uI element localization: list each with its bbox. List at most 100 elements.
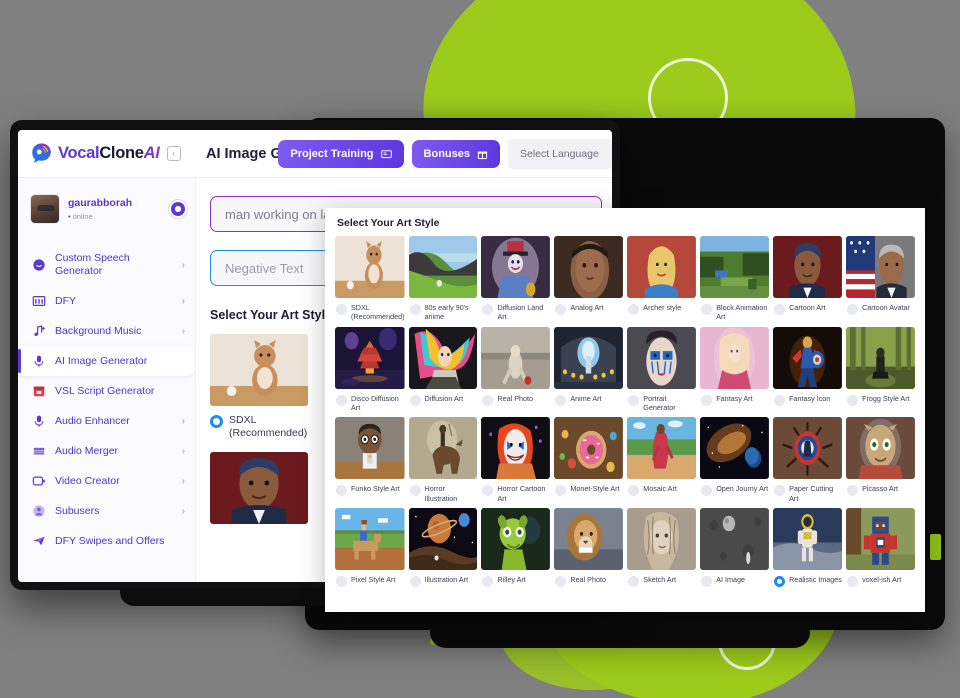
style-radio[interactable] (774, 576, 786, 588)
art-style-card[interactable]: Cartoon Art (773, 236, 843, 322)
style-radio[interactable] (628, 394, 640, 406)
style-radio-row[interactable]: Fantasy Art (700, 394, 769, 406)
sidebar-item-subusers[interactable]: Subusers › (18, 496, 195, 526)
style-radio-row[interactable]: Horror Cartoon Art (481, 484, 550, 503)
style-radio-row[interactable]: voxel-ish Art (846, 575, 915, 588)
style-radio[interactable] (482, 576, 494, 588)
style-radio[interactable] (409, 304, 421, 315)
art-style-card[interactable]: Real Photo (481, 326, 551, 413)
style-radio[interactable] (555, 394, 567, 406)
art-style-card[interactable]: Rilley Art (481, 508, 551, 588)
art-style-card[interactable]: Archer style (627, 236, 697, 322)
art-style-card[interactable]: Illustration Art (408, 508, 478, 588)
style-radio[interactable] (336, 394, 347, 406)
style-radio-row[interactable]: Real Photo (481, 394, 550, 406)
style-radio[interactable] (701, 304, 713, 315)
style-radio-row[interactable]: Anime Art (554, 394, 623, 406)
style-radio[interactable] (409, 485, 421, 497)
art-style-card[interactable]: AI Image (700, 508, 770, 588)
style-radio-row[interactable]: AI Image (700, 575, 769, 588)
style-radio-row[interactable]: Portrait Generator (627, 394, 696, 413)
style-radio[interactable] (628, 576, 640, 588)
style-radio[interactable] (774, 304, 786, 315)
art-style-card[interactable]: Block Animation Art (700, 236, 770, 322)
art-style-card[interactable]: Horror Cartoon Art (481, 417, 551, 503)
style-radio-row[interactable]: Cartoon Art (773, 303, 842, 315)
art-style-card[interactable]: Mosaic Art (627, 417, 697, 503)
sidebar-item-dfy[interactable]: DFY › (18, 286, 195, 316)
style-radio-row[interactable]: Archer style (627, 303, 696, 315)
style-radio[interactable] (774, 394, 786, 406)
style-radio[interactable] (409, 576, 421, 588)
style-radio-row[interactable]: Pixel Style Art (335, 575, 405, 588)
sidebar-item-vsl-script-generator[interactable]: VSL Script Generator (18, 376, 195, 406)
style-radio[interactable] (701, 394, 713, 406)
style-radio-row[interactable]: Fantasy Icon (773, 394, 842, 406)
style-radio[interactable] (847, 576, 859, 588)
sidebar-item-audio-enhancer[interactable]: Audio Enhancer › (18, 406, 195, 436)
project-training-button[interactable]: Project Training (278, 140, 404, 168)
style-radio-row[interactable]: Mosaic Art (627, 484, 696, 497)
art-style-card[interactable]: Monet-Style Art (554, 417, 624, 503)
style-radio-row[interactable]: Block Animation Art (700, 303, 769, 322)
art-style-card[interactable]: Realistic Images (773, 508, 843, 588)
style-radio-row[interactable]: SDXL (Recommended) (335, 303, 405, 322)
style-radio-row[interactable]: 80s early 90's anime (409, 303, 478, 322)
sidebar-item-background-music[interactable]: Background Music › (18, 316, 195, 346)
art-style-card[interactable]: Diffusion Land Art (481, 236, 551, 322)
style-radio[interactable] (628, 304, 640, 315)
style-radio-row[interactable]: SDXL (Recommended) (210, 414, 308, 440)
style-radio[interactable] (555, 576, 567, 588)
sidebar-item-video-creator[interactable]: Video Creator › (18, 466, 195, 496)
style-radio-row[interactable]: Diffusion Land Art (481, 303, 550, 322)
art-style-card[interactable]: Disco Diffusion Art (335, 326, 405, 413)
art-style-card[interactable]: Analog Art (554, 236, 624, 322)
style-radio[interactable] (628, 485, 640, 497)
background-style-card[interactable] (210, 452, 308, 525)
art-style-card[interactable]: Frogg Style Art (846, 326, 915, 413)
background-style-card[interactable]: SDXL (Recommended) (210, 334, 308, 440)
language-selector[interactable]: Select Language (508, 139, 612, 169)
style-radio-row[interactable]: Illustration Art (409, 575, 478, 588)
brand-logo[interactable]: VocalCloneAI ‹ (18, 142, 196, 165)
sidebar-item-dfy-swipes-and-offers[interactable]: DFY Swipes and Offers (18, 526, 195, 556)
style-radio-row[interactable]: Paper Cutting Art (773, 484, 842, 503)
style-radio[interactable] (210, 415, 223, 428)
art-style-card[interactable]: Sketch Art (627, 508, 697, 588)
art-style-card[interactable]: Anime Art (554, 326, 624, 413)
style-radio-row[interactable]: Rilley Art (481, 575, 550, 588)
sidebar-item-custom-speech-generator[interactable]: Custom Speech Generator › (18, 244, 195, 286)
style-radio[interactable] (555, 304, 567, 315)
art-style-card[interactable]: Picasso Art (846, 417, 915, 503)
art-style-card[interactable]: 80s early 90's anime (408, 236, 478, 322)
style-radio[interactable] (336, 485, 347, 497)
sidebar-collapse-icon[interactable]: ‹ (166, 146, 181, 161)
style-radio-row[interactable]: Cartoon Avatar (846, 303, 915, 315)
style-radio-row[interactable]: Picasso Art (846, 484, 915, 497)
style-radio[interactable] (482, 304, 494, 315)
style-radio[interactable] (774, 485, 786, 497)
user-profile[interactable]: gaurabborah online (18, 190, 195, 224)
style-radio[interactable] (847, 485, 859, 497)
art-style-card[interactable]: Horror Illustration (408, 417, 478, 503)
art-style-card[interactable]: Pixel Style Art (335, 508, 405, 588)
style-radio-row[interactable]: Monet-Style Art (554, 484, 623, 497)
style-radio-row[interactable]: Frogg Style Art (846, 394, 915, 406)
style-radio-row[interactable]: Funko Style Art (335, 484, 405, 497)
art-style-card[interactable]: Fantasy Icon (773, 326, 843, 413)
art-style-card[interactable]: Diffusion Art (408, 326, 478, 413)
art-style-card[interactable]: Funko Style Art (335, 417, 405, 503)
art-style-card[interactable]: SDXL (Recommended) (335, 236, 405, 322)
style-radio[interactable] (847, 394, 859, 406)
style-radio-row[interactable]: Analog Art (554, 303, 623, 315)
style-radio[interactable] (336, 304, 347, 315)
art-style-card[interactable]: Open Journy Art (700, 417, 770, 503)
art-style-card[interactable]: Paper Cutting Art (773, 417, 843, 503)
style-radio[interactable] (482, 485, 494, 497)
bonuses-button[interactable]: Bonuses (411, 140, 500, 168)
art-style-card[interactable]: Fantasy Art (700, 326, 770, 413)
style-radio-row[interactable]: Realistic Images (773, 575, 842, 588)
style-radio[interactable] (409, 394, 421, 406)
style-radio[interactable] (482, 394, 494, 406)
art-style-card[interactable]: Portrait Generator (627, 326, 697, 413)
